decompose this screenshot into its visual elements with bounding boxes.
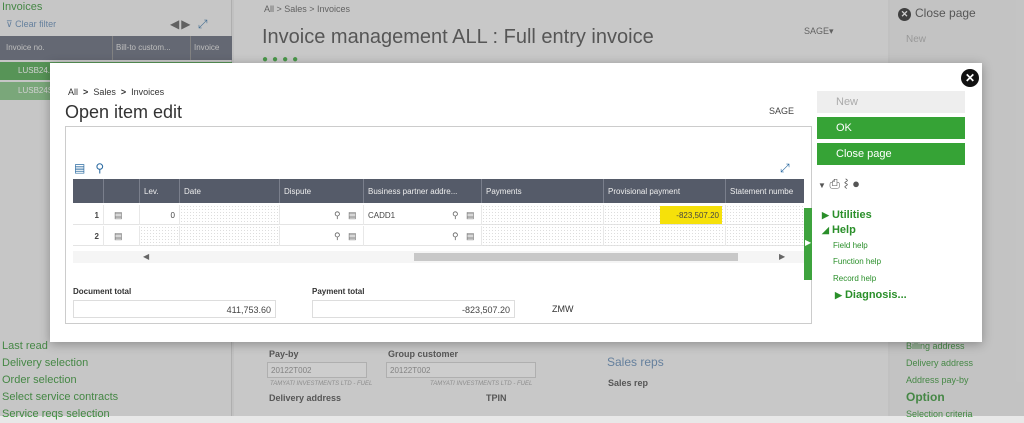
col-lev[interactable]: Lev. — [139, 179, 179, 203]
close-page-button[interactable]: Close page — [817, 143, 965, 165]
cell-provisional-payment[interactable]: -823,507.20 — [603, 205, 725, 225]
table-row[interactable]: 1 ▤ 0 ⚲ ▤ CADD1 ⚲ ▤ -823,507.20 — [73, 205, 804, 225]
row-detail-icon[interactable]: ▤ — [103, 205, 139, 225]
cell-dispute[interactable]: ⚲ ▤ — [279, 205, 363, 225]
search-icon: ⚲ — [452, 231, 459, 241]
row-number: 1 — [94, 211, 99, 220]
breadcrumb-invoices[interactable]: Invoices — [131, 87, 164, 97]
search-icon: ⚲ — [334, 210, 341, 220]
col-dispute[interactable]: Dispute — [279, 179, 363, 203]
list-icon: ▤ — [348, 210, 357, 220]
col-date[interactable]: Date — [179, 179, 279, 203]
modal-breadcrumb: All > Sales > Invoices — [68, 87, 165, 97]
cell-lev[interactable]: 0 — [139, 205, 179, 225]
modal-title: Open item edit — [65, 102, 183, 122]
chevron-down-icon[interactable]: ▼ — [818, 181, 826, 190]
triangle-right-icon: ▶ — [822, 210, 829, 220]
cell-provisional-payment[interactable] — [603, 226, 725, 246]
horizontal-scrollbar[interactable]: ◀ ▶ — [73, 251, 804, 263]
cell-date[interactable] — [179, 226, 279, 246]
search-icon: ⚲ — [452, 210, 459, 220]
col-num — [73, 179, 103, 203]
open-item-edit-dialog: All > Sales > Invoices Open item edit SA… — [50, 63, 982, 342]
cell-bp-address[interactable]: CADD1 ⚲ ▤ — [363, 205, 481, 225]
cell-statement-number[interactable] — [725, 226, 804, 246]
paperclip-icon[interactable]: ⌇ — [844, 176, 849, 191]
cell-statement-number[interactable] — [725, 205, 804, 225]
function-help-link[interactable]: Function help — [833, 257, 881, 266]
record-help-link[interactable]: Record help — [833, 274, 876, 283]
cell-lev[interactable] — [139, 226, 179, 246]
document-total-value: 411,753.60 — [73, 300, 276, 318]
side-panel-toggle[interactable]: ▶ — [804, 208, 812, 280]
payment-total-label: Payment total — [312, 287, 365, 296]
scroll-right-icon: ▶ — [779, 252, 786, 261]
close-dialog-button[interactable]: ✕ — [961, 69, 979, 87]
search-icon[interactable]: ⚲ — [95, 161, 104, 175]
col-statement-number[interactable]: Statement numbe — [725, 179, 804, 203]
breadcrumb-sales[interactable]: Sales — [93, 87, 116, 97]
currency-label: ZMW — [552, 304, 574, 314]
diagnosis-section[interactable]: ▶ Diagnosis... — [835, 289, 907, 301]
modal-sage-label: SAGE — [769, 106, 795, 116]
table-header: Lev. Date Dispute Business partner addre… — [73, 179, 804, 203]
ok-button[interactable]: OK — [817, 117, 965, 139]
search-icon: ⚲ — [334, 231, 341, 241]
list-icon: ▤ — [348, 231, 357, 241]
utilities-section[interactable]: ▶ Utilities — [822, 209, 872, 221]
row-detail-icon[interactable]: ▤ — [103, 226, 139, 246]
scroll-thumb[interactable] — [414, 253, 738, 261]
cell-date[interactable] — [179, 205, 279, 225]
comment-icon[interactable]: ● — [852, 176, 860, 191]
list-icon: ▤ — [466, 210, 475, 220]
breadcrumb-all[interactable]: All — [68, 87, 78, 97]
triangle-right-icon: ▶ — [835, 290, 842, 300]
col-payments[interactable]: Payments — [481, 179, 603, 203]
open-items-panel: ▤ ⚲ ⤢ Lev. Date Dispute Business partner… — [65, 126, 812, 324]
print-icon[interactable]: ⎙ — [830, 176, 840, 191]
list-icon: ▤ — [466, 231, 475, 241]
document-total-label: Document total — [73, 287, 132, 296]
col-bp-address[interactable]: Business partner addre... — [363, 179, 481, 203]
cell-bp-address[interactable]: ⚲ ▤ — [363, 226, 481, 246]
field-help-link[interactable]: Field help — [833, 241, 868, 250]
table-row[interactable]: 2 ▤ ⚲ ▤ ⚲ ▤ — [73, 226, 804, 246]
chevron-right-icon: ▶ — [805, 238, 812, 247]
cell-payments[interactable] — [481, 226, 603, 246]
expand-icon[interactable]: ⤢ — [780, 161, 790, 176]
table-view-icon[interactable]: ▤ — [74, 161, 85, 175]
triangle-down-icon: ◢ — [822, 225, 829, 235]
col-provisional-payment[interactable]: Provisional payment — [603, 179, 725, 203]
col-icon — [103, 179, 139, 203]
scroll-left-icon: ◀ — [143, 252, 150, 261]
cell-payments[interactable] — [481, 205, 603, 225]
cell-dispute[interactable]: ⚲ ▤ — [279, 226, 363, 246]
help-section[interactable]: ◢ Help — [822, 224, 856, 236]
payment-total-value: -823,507.20 — [312, 300, 515, 318]
row-number: 2 — [94, 232, 99, 241]
new-button[interactable]: New — [817, 91, 965, 113]
